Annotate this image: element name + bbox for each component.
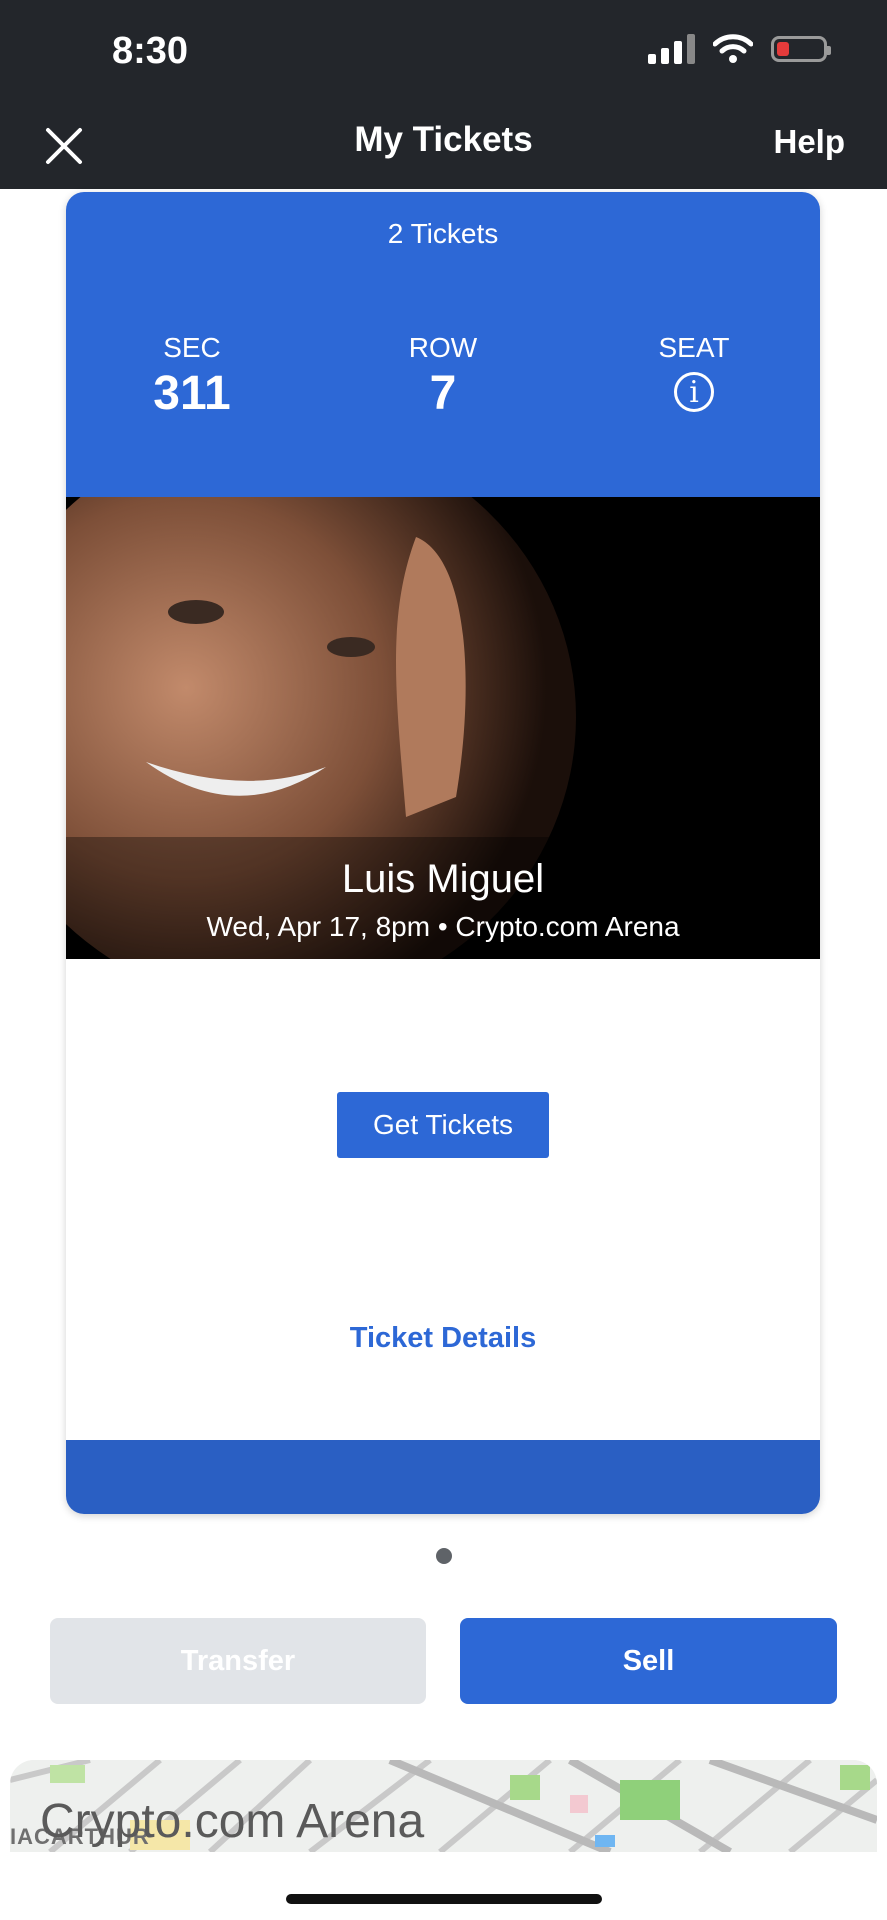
- home-indicator[interactable]: [286, 1894, 602, 1904]
- page-indicator-dot: [436, 1548, 452, 1564]
- battery-icon: [771, 36, 831, 62]
- section-value: 311: [153, 367, 231, 420]
- section-label: SEC: [163, 332, 221, 363]
- venue-map[interactable]: IACARTHUR Crypto.com Arena: [10, 1760, 877, 1852]
- ticket-details-link[interactable]: Ticket Details: [66, 1322, 820, 1355]
- ticket-count: 2 Tickets: [387, 218, 499, 249]
- section-column: SEC 311: [92, 332, 292, 421]
- status-icons: [648, 34, 831, 64]
- cellular-signal-icon: [648, 34, 695, 64]
- get-tickets-button[interactable]: Get Tickets: [337, 1092, 549, 1158]
- ticket-card: 2 Tickets SEC 311 ROW 7 SEAT i Luis Migu…: [66, 192, 820, 1514]
- event-image: Luis Miguel Wed, Apr 17, 8pm • Crypto.co…: [66, 497, 820, 959]
- status-time: 8:30: [112, 30, 189, 72]
- sell-button[interactable]: Sell: [460, 1618, 837, 1704]
- info-icon[interactable]: i: [674, 372, 714, 412]
- event-title: Luis Miguel: [341, 857, 545, 901]
- transfer-button[interactable]: Transfer: [50, 1618, 426, 1704]
- wifi-icon: [713, 34, 753, 63]
- help-link[interactable]: Help: [773, 123, 845, 161]
- event-details: Wed, Apr 17, 8pm • Crypto.com Arena: [206, 911, 680, 942]
- row-value: 7: [429, 367, 457, 420]
- ticket-card-footer: [66, 1440, 820, 1514]
- top-bar: 8:30 My Tickets Help: [0, 0, 887, 189]
- seat-label: SEAT: [658, 332, 730, 363]
- map-venue-label: Crypto.com Arena: [40, 1795, 425, 1848]
- page-title: My Tickets: [354, 120, 533, 159]
- seat-column: SEAT i: [594, 332, 794, 412]
- ticket-card-header: 2 Tickets SEC 311 ROW 7 SEAT i: [66, 192, 820, 497]
- row-label: ROW: [408, 332, 478, 363]
- row-column: ROW 7: [343, 332, 543, 421]
